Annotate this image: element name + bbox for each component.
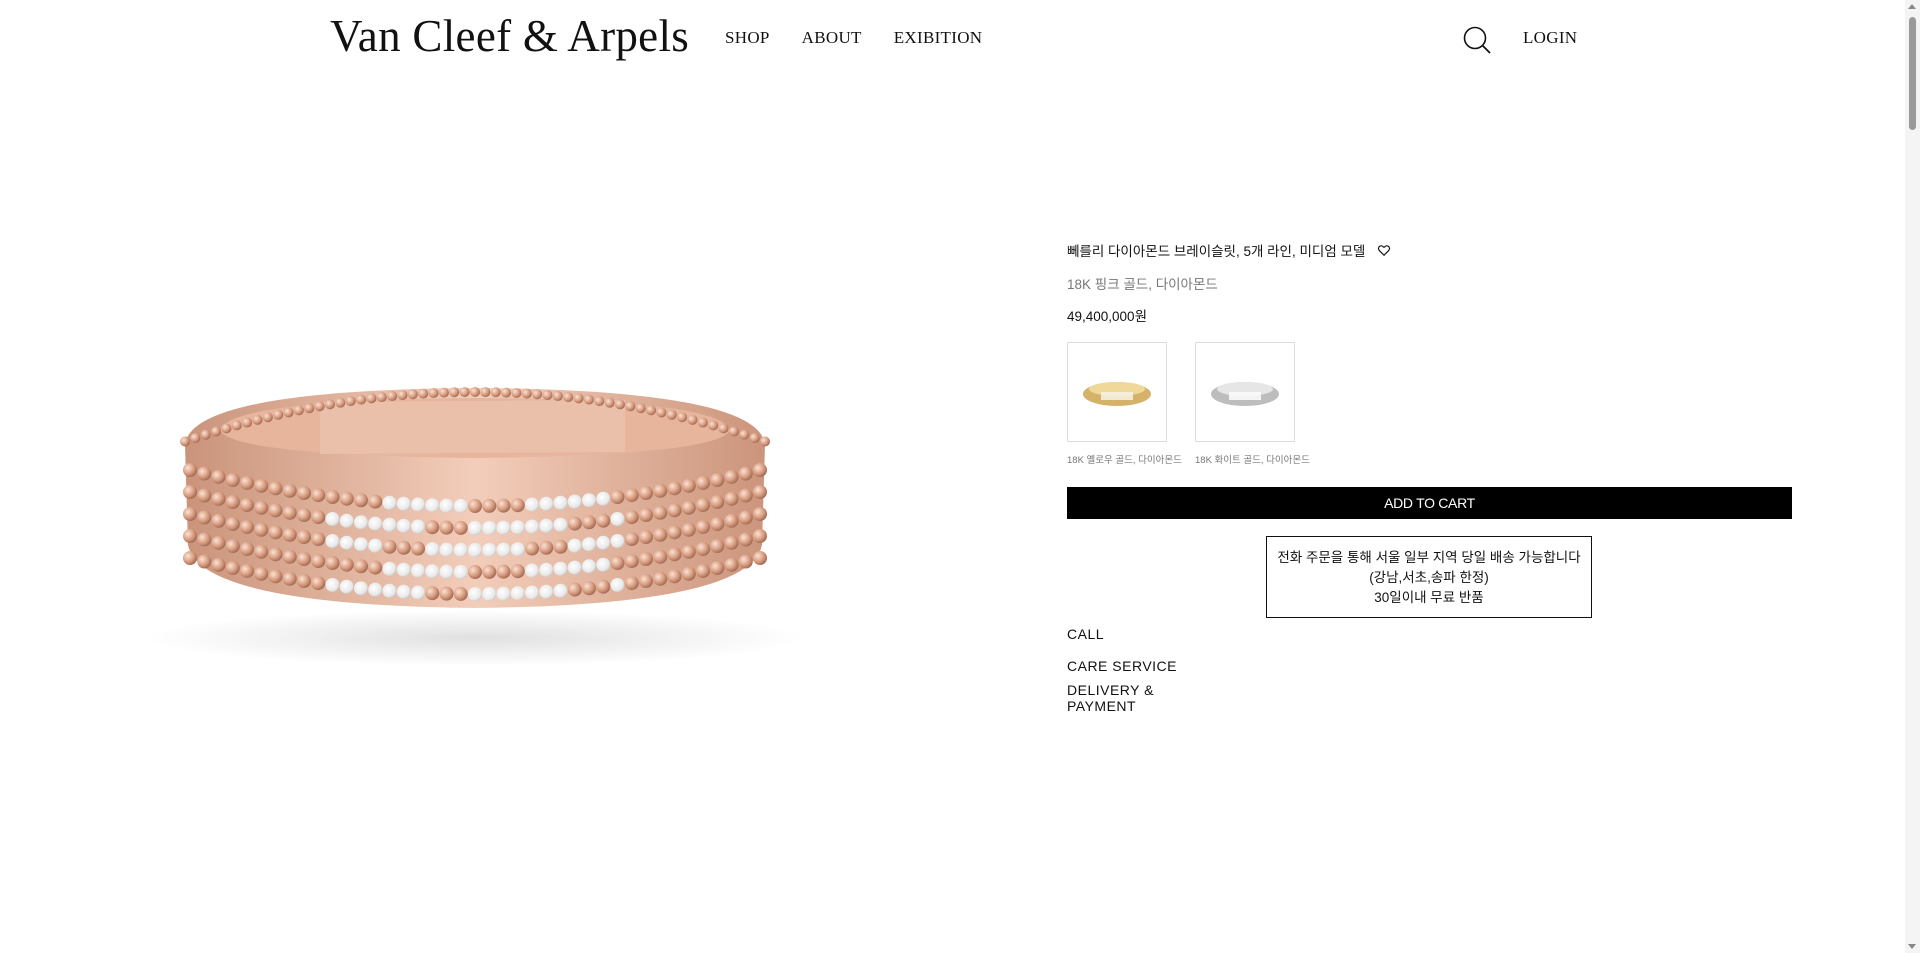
login-link[interactable]: LOGIN [1523, 28, 1577, 48]
scroll-down-arrow[interactable] [1908, 944, 1916, 949]
notice-line: 30일이내 무료 반품 [1374, 590, 1484, 605]
nav-shop[interactable]: SHOP [725, 28, 770, 48]
variant-thumbnail[interactable] [1067, 342, 1167, 442]
product-price: 49,400,000원 [1067, 309, 1147, 324]
brand-logo[interactable]: Van Cleef & Arpels [330, 10, 689, 62]
product-main-image [130, 370, 830, 670]
add-to-cart-button[interactable]: ADD TO CART [1067, 487, 1792, 519]
variant-thumbnail[interactable] [1195, 342, 1295, 442]
page-scrollbar[interactable] [1905, 0, 1920, 953]
variant-list: 18K 옐로우 골드, 다이아몬드 18K 화이트 골드, 다이아몬드 [1067, 342, 1310, 466]
variant-label: 18K 화이트 골드, 다이아몬드 [1195, 455, 1310, 466]
product-material: 18K 핑크 골드, 다이아몬드 [1067, 277, 1218, 292]
variant-yellow-gold[interactable]: 18K 옐로우 골드, 다이아몬드 [1067, 342, 1182, 466]
product-title: 뻬를리 다이아몬드 브레이슬릿, 5개 라인, 미디엄 모델 [1067, 244, 1366, 259]
product-title-row: 뻬를리 다이아몬드 브레이슬릿, 5개 라인, 미디엄 모델 [1067, 240, 1391, 260]
site-header: Van Cleef & Arpels SHOP ABOUT EXIBITION … [0, 0, 1905, 78]
delivery-payment-link[interactable]: DELIVERY & PAYMENT [1067, 682, 1177, 714]
notice-line: 전화 주문을 통해 서울 일부 지역 당일 배송 가능합니다 [1277, 550, 1581, 565]
care-service-link[interactable]: CARE SERVICE [1067, 658, 1177, 674]
main-nav: SHOP ABOUT EXIBITION [725, 28, 982, 48]
nav-exhibition[interactable]: EXIBITION [894, 28, 983, 48]
variant-label: 18K 옐로우 골드, 다이아몬드 [1067, 455, 1182, 466]
scroll-up-arrow[interactable] [1908, 4, 1916, 9]
search-icon[interactable] [1462, 25, 1492, 55]
notice-line: (강남,서초,송파 한정) [1369, 570, 1489, 585]
scroll-thumb[interactable] [1909, 17, 1916, 130]
delivery-notice: 전화 주문을 통해 서울 일부 지역 당일 배송 가능합니다 (강남,서초,송파… [1266, 536, 1592, 618]
heart-icon[interactable] [1377, 243, 1391, 257]
variant-white-gold[interactable]: 18K 화이트 골드, 다이아몬드 [1195, 342, 1310, 466]
call-link[interactable]: CALL [1067, 626, 1104, 642]
nav-about[interactable]: ABOUT [802, 28, 862, 48]
